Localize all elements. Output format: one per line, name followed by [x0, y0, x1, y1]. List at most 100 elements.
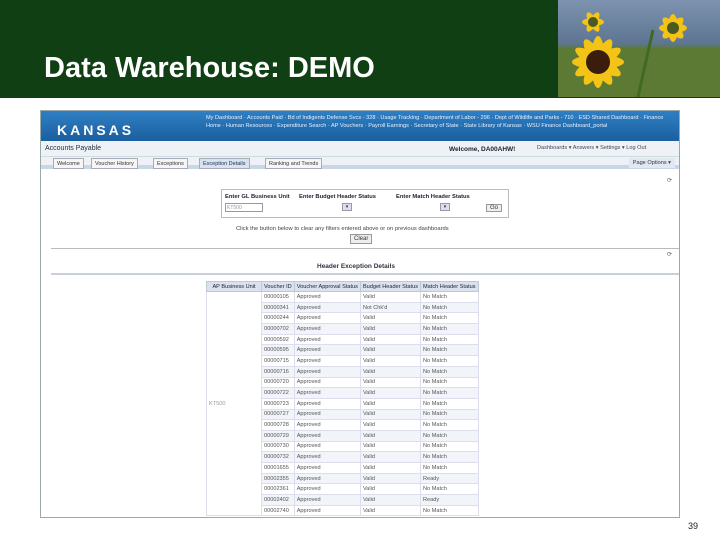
- column-header[interactable]: Budget Header Status: [359, 281, 422, 292]
- table-cell: Valid: [359, 440, 422, 453]
- table-cell: Approved: [293, 429, 361, 442]
- table-cell: No Match: [420, 408, 479, 421]
- business-unit-cell: KT500: [206, 290, 262, 517]
- tab-welcome[interactable]: Welcome: [53, 158, 84, 169]
- table-cell: No Match: [420, 387, 479, 399]
- divider: [51, 248, 679, 249]
- table-cell: Valid: [359, 462, 422, 474]
- match-status-label: Enter Match Header Status: [396, 194, 470, 200]
- refresh-icon[interactable]: ⟳: [667, 177, 672, 184]
- table-cell: Valid: [359, 397, 422, 410]
- table-cell: Approved: [293, 376, 361, 389]
- table-cell: Approved: [293, 301, 361, 314]
- table-cell: Approved: [293, 504, 361, 517]
- table-cell: Valid: [359, 494, 422, 506]
- table-cell: Approved: [293, 462, 361, 474]
- filter-panel: Enter GL Business Unit KT500 Enter Budge…: [221, 189, 509, 218]
- budget-status-dropdown[interactable]: ▾: [342, 203, 352, 211]
- table-cell: Approved: [293, 365, 361, 378]
- table-cell: No Match: [420, 344, 479, 357]
- table-cell: Approved: [293, 323, 361, 335]
- report-title: Header Exception Details: [317, 263, 396, 270]
- gl-unit-input[interactable]: KT500: [225, 203, 263, 212]
- table-cell: 00000105: [261, 291, 295, 303]
- table-cell: No Match: [420, 462, 479, 474]
- app-screenshot: KANSAS My Dashboard · Accounts Paid · Bd…: [40, 110, 680, 518]
- budget-status-label: Enter Budget Header Status: [299, 194, 376, 200]
- table-cell: Approved: [293, 355, 361, 367]
- table-cell: 00001655: [261, 462, 295, 474]
- table-cell: 00000728: [261, 419, 295, 431]
- clear-button[interactable]: Clear: [350, 234, 373, 244]
- table-cell: Approved: [293, 419, 361, 431]
- table-cell: 00002355: [261, 472, 295, 485]
- page-options-button[interactable]: Page Options ▾: [628, 158, 675, 168]
- table-cell: No Match: [420, 451, 479, 463]
- table-cell: Approved: [293, 344, 361, 357]
- table-cell: 00000244: [261, 312, 295, 325]
- table-cell: Valid: [359, 291, 422, 303]
- table-cell: Valid: [359, 323, 422, 335]
- table-cell: No Match: [420, 440, 479, 453]
- table-cell: Approved: [293, 483, 361, 496]
- column-header[interactable]: AP Business Unit: [206, 281, 262, 292]
- table-cell: Valid: [359, 408, 422, 421]
- tab-voucher-history[interactable]: Voucher History: [91, 158, 138, 169]
- table-cell: 00000341: [261, 301, 295, 314]
- sunflower-photo: [558, 0, 720, 97]
- top-nav-links[interactable]: Dashboards ▾ Answers ▾ Settings ▾ Log Ou…: [537, 145, 646, 151]
- table-cell: No Match: [420, 504, 479, 517]
- table-cell: 00000592: [261, 333, 295, 346]
- tab-exceptions[interactable]: Exceptions: [153, 158, 188, 169]
- table-cell: 00000730: [261, 440, 295, 453]
- section-title: Accounts Payable: [45, 145, 102, 152]
- table-cell: Approved: [293, 312, 361, 325]
- table-cell: 00002361: [261, 483, 295, 496]
- table-cell: No Match: [420, 301, 479, 314]
- match-status-dropdown[interactable]: ▾: [440, 203, 450, 211]
- slide-title: Data Warehouse: DEMO: [44, 52, 375, 84]
- table-cell: Approved: [293, 387, 361, 399]
- table-cell: No Match: [420, 376, 479, 389]
- table-cell: Valid: [359, 419, 422, 431]
- refresh-icon[interactable]: ⟳: [667, 251, 672, 258]
- table-cell: Approved: [293, 408, 361, 421]
- table-cell: 00000720: [261, 376, 295, 389]
- table-cell: Valid: [359, 387, 422, 399]
- table-cell: No Match: [420, 291, 479, 303]
- dashboard-links[interactable]: My Dashboard · Accounts Paid · Bd of Ind…: [206, 114, 676, 130]
- table-cell: Approved: [293, 291, 361, 303]
- welcome-text: Welcome, DA00AHW!: [449, 146, 516, 153]
- table-cell: 00000729: [261, 429, 295, 442]
- table-cell: No Match: [420, 419, 479, 431]
- table-cell: Valid: [359, 504, 422, 517]
- table-cell: Approved: [293, 333, 361, 346]
- table-cell: Valid: [359, 451, 422, 463]
- app-header: KANSAS My Dashboard · Accounts Paid · Bd…: [41, 111, 679, 141]
- table-row: KT500 00000105 Approved Valid No Match: [206, 290, 479, 517]
- table-cell: Approved: [293, 472, 361, 485]
- table-cell: Approved: [293, 494, 361, 506]
- table-cell: No Match: [420, 355, 479, 367]
- table-cell: 00000722: [261, 387, 295, 399]
- divider: [51, 273, 679, 275]
- table-cell: Valid: [359, 344, 422, 357]
- table-cell: 00000702: [261, 323, 295, 335]
- table-cell: Approved: [293, 440, 361, 453]
- tab-ranking-and-trends[interactable]: Ranking and Trends: [265, 158, 323, 169]
- table-cell: Valid: [359, 483, 422, 496]
- table-cell: Ready: [420, 472, 479, 485]
- table-cell: No Match: [420, 333, 479, 346]
- table-cell: 00000595: [261, 344, 295, 357]
- column-header[interactable]: Voucher ID: [261, 281, 295, 292]
- table-cell: No Match: [420, 312, 479, 325]
- tab-exception-details[interactable]: Exception Details: [199, 158, 250, 169]
- table-cell: Ready: [420, 494, 479, 506]
- table-cell: No Match: [420, 323, 479, 335]
- kansas-logo: KANSAS: [57, 122, 135, 138]
- column-header[interactable]: Match Header Status: [420, 281, 479, 292]
- table-cell: No Match: [420, 365, 479, 378]
- go-button[interactable]: Go: [486, 204, 503, 212]
- column-header[interactable]: Voucher Approval Status: [293, 281, 361, 292]
- table-cell: Valid: [359, 333, 422, 346]
